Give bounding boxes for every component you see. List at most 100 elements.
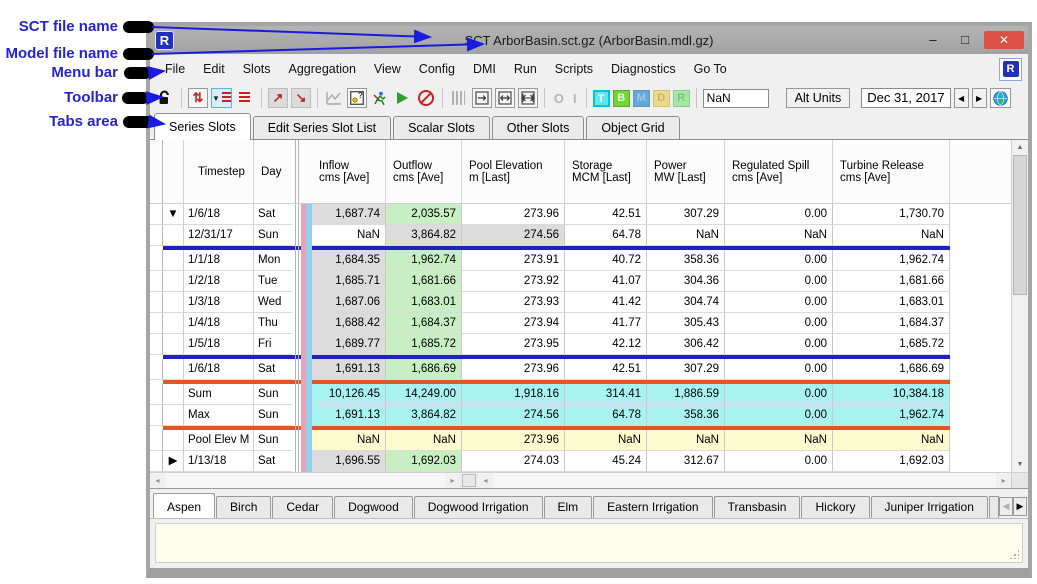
column-header[interactable]: Outflow cms [Ave]	[386, 140, 462, 203]
inflow-cell[interactable]: 1,684.35	[312, 250, 386, 271]
menu-item[interactable]: Edit	[194, 59, 234, 79]
power-cell[interactable]: NaN	[647, 225, 725, 246]
storage-cell[interactable]: 45.24	[565, 451, 647, 472]
pane-divider-strip[interactable]	[292, 204, 312, 225]
pool-elevation-cell[interactable]: 273.92	[462, 271, 565, 292]
scroll-left-icon[interactable]: ◂	[150, 473, 165, 488]
pane-divider-strip[interactable]	[292, 225, 312, 246]
flag-button[interactable]: D	[653, 90, 670, 107]
power-cell[interactable]: 306.42	[647, 334, 725, 355]
timestep-cell[interactable]: 1/1/18	[184, 250, 254, 271]
object-tab[interactable]: Dogwood	[334, 496, 413, 518]
regulated-spill-cell[interactable]: 0.00	[725, 271, 833, 292]
sct-config-button[interactable]: ?	[347, 88, 367, 108]
pane-divider-strip[interactable]	[292, 384, 312, 405]
turbine-release-cell[interactable]: NaN	[833, 430, 950, 451]
power-cell[interactable]: 358.36	[647, 250, 725, 271]
scroll-right-icon[interactable]: ▸	[996, 473, 1011, 488]
row-expander[interactable]	[163, 384, 184, 405]
slot-tab[interactable]: Series Slots	[154, 113, 251, 140]
timestep-cell[interactable]: Max	[184, 405, 254, 426]
day-cell[interactable]: Wed	[254, 292, 292, 313]
regulated-spill-cell[interactable]: 0.00	[725, 313, 833, 334]
object-tab[interactable]: Aspen	[153, 493, 215, 519]
io-flag-letter[interactable]: O	[551, 91, 567, 106]
lock-open-icon[interactable]	[155, 88, 175, 108]
power-cell[interactable]: 312.67	[647, 451, 725, 472]
menu-item[interactable]: DMI	[464, 59, 505, 79]
date-next-button[interactable]: ▶	[972, 88, 987, 108]
scroll-left-icon[interactable]: ◂	[478, 473, 493, 488]
day-cell[interactable]: Sat	[254, 451, 292, 472]
pane-divider-strip[interactable]	[292, 313, 312, 334]
fit-visible-button[interactable]	[495, 88, 515, 108]
timestep-column-header[interactable]: Timestep	[184, 140, 254, 203]
menu-item[interactable]: Slots	[234, 59, 280, 79]
inflow-cell[interactable]: 10,126.45	[312, 384, 386, 405]
outflow-cell[interactable]: 3,864.82	[386, 405, 462, 426]
timestep-cell[interactable]: 1/13/18	[184, 451, 254, 472]
pane-divider-strip[interactable]	[292, 334, 312, 355]
regulated-spill-cell[interactable]: 0.00	[725, 204, 833, 225]
alt-units-button[interactable]: Alt Units	[786, 88, 851, 108]
timestep-cell[interactable]: 1/3/18	[184, 292, 254, 313]
pool-elevation-cell[interactable]: 273.95	[462, 334, 565, 355]
day-cell[interactable]: Thu	[254, 313, 292, 334]
object-tab-clipped[interactable]	[989, 496, 999, 518]
expand-slot-button[interactable]: ↗	[268, 88, 288, 108]
close-button[interactable]: ✕	[984, 31, 1024, 49]
pane-divider-strip[interactable]	[292, 451, 312, 472]
run-control-button[interactable]	[370, 88, 390, 108]
tab-scroll-left-icon[interactable]: ◀	[999, 497, 1013, 516]
pool-elevation-cell[interactable]: 274.03	[462, 451, 565, 472]
title-bar[interactable]: R SCT ArborBasin.sct.gz (ArborBasin.mdl.…	[150, 26, 1028, 54]
storage-cell[interactable]: 314.41	[565, 384, 647, 405]
outflow-cell[interactable]: 1,681.66	[386, 271, 462, 292]
storage-cell[interactable]: 42.51	[565, 204, 647, 225]
object-tab[interactable]: Transbasin	[714, 496, 801, 518]
day-cell[interactable]: Fri	[254, 334, 292, 355]
timestep-cell[interactable]: 1/2/18	[184, 271, 254, 292]
inflow-cell[interactable]: 1,688.42	[312, 313, 386, 334]
slot-tab[interactable]: Edit Series Slot List	[253, 116, 391, 139]
outflow-cell[interactable]: 1,684.37	[386, 313, 462, 334]
plot-button[interactable]	[324, 88, 344, 108]
row-expander[interactable]	[163, 405, 184, 426]
row-expander[interactable]	[163, 271, 184, 292]
inflow-cell[interactable]: 1,687.06	[312, 292, 386, 313]
turbine-release-cell[interactable]: NaN	[833, 225, 950, 246]
regulated-spill-cell[interactable]: 0.00	[725, 250, 833, 271]
menu-item[interactable]: Go To	[685, 59, 736, 79]
scroll-up-icon[interactable]: ▲	[1012, 140, 1028, 155]
pane-divider-strip[interactable]	[292, 292, 312, 313]
pane-divider-strip[interactable]	[292, 405, 312, 426]
row-expander[interactable]	[163, 313, 184, 334]
main-pane-hscrollbar[interactable]: ◂ ▸	[478, 473, 1011, 488]
row-expander[interactable]	[163, 359, 184, 380]
riverware-button[interactable]: R	[999, 58, 1022, 81]
regulated-spill-cell[interactable]: 0.00	[725, 292, 833, 313]
storage-cell[interactable]: 64.78	[565, 405, 647, 426]
menu-item[interactable]: File	[156, 59, 194, 79]
scroll-thumb[interactable]	[1013, 155, 1027, 295]
column-header[interactable]: Inflow cms [Ave]	[312, 140, 386, 203]
object-tab[interactable]: Cedar	[272, 496, 333, 518]
row-expander[interactable]	[163, 430, 184, 451]
outflow-cell[interactable]: 1,962.74	[386, 250, 462, 271]
storage-cell[interactable]: 41.07	[565, 271, 647, 292]
storage-cell[interactable]: 41.42	[565, 292, 647, 313]
outflow-cell[interactable]: 1,685.72	[386, 334, 462, 355]
outflow-cell[interactable]: 1,692.03	[386, 451, 462, 472]
storage-cell[interactable]: 40.72	[565, 250, 647, 271]
turbine-release-cell[interactable]: 1,692.03	[833, 451, 950, 472]
outflow-cell[interactable]: 1,686.69	[386, 359, 462, 380]
start-run-button[interactable]	[393, 88, 413, 108]
pool-elevation-cell[interactable]: 273.93	[462, 292, 565, 313]
object-tab[interactable]: Dogwood Irrigation	[414, 496, 543, 518]
pane-divider-strip[interactable]	[292, 430, 312, 451]
menu-item[interactable]: View	[365, 59, 410, 79]
inflow-cell[interactable]: NaN	[312, 225, 386, 246]
outflow-cell[interactable]: 3,864.82	[386, 225, 462, 246]
pool-elevation-cell[interactable]: 273.96	[462, 204, 565, 225]
left-pane-hscrollbar[interactable]: ◂ ▸	[150, 473, 460, 488]
